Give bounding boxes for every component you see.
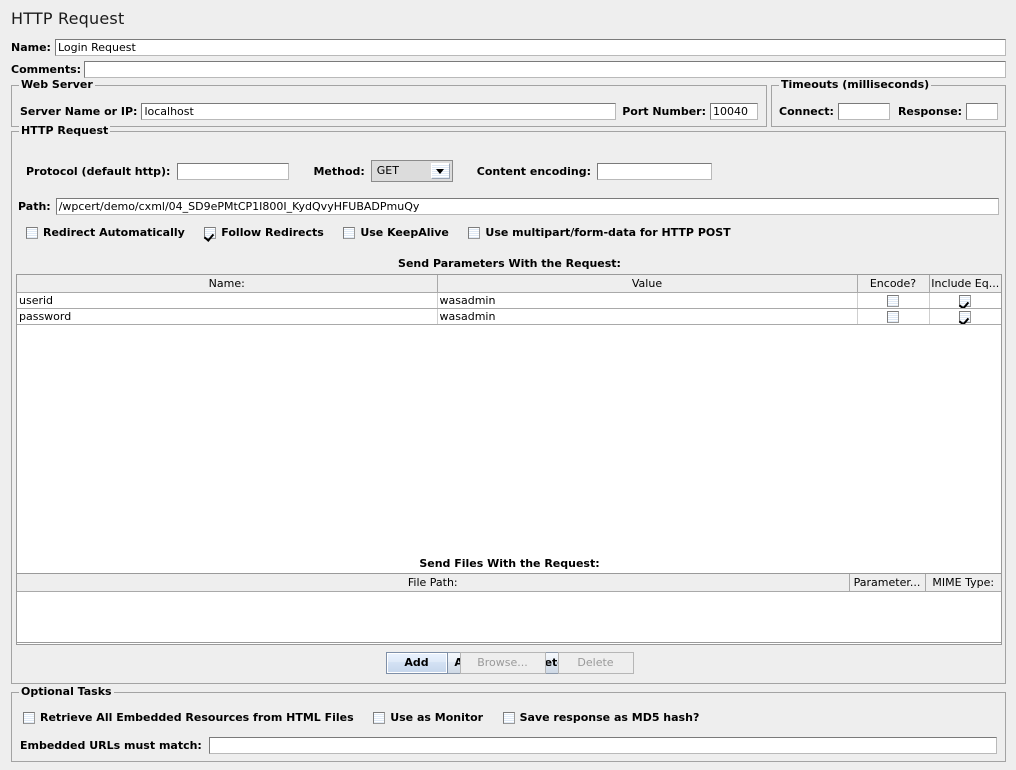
web-server-legend: Web Server: [19, 78, 95, 91]
checkbox-use-keepalive[interactable]: Use KeepAlive: [343, 226, 449, 239]
checkbox-label-use-multipart: Use multipart/form-data for HTTP POST: [485, 226, 731, 239]
checkbox-label-use-keepalive: Use KeepAlive: [360, 226, 449, 239]
checkbox-label-save-response-md5: Save response as MD5 hash?: [519, 711, 700, 724]
files-col-file-path[interactable]: File Path:: [17, 574, 850, 592]
connect-input[interactable]: [837, 103, 890, 120]
checkbox-label-redirect-automatically: Redirect Automatically: [43, 226, 185, 239]
protocol-label: Protocol (default http):: [26, 164, 171, 178]
table-row[interactable]: password wasadmin: [17, 308, 1001, 325]
http-request-panel: HTTP Request Name: Login Request Comment…: [0, 0, 1016, 770]
port-number-input[interactable]: 10040: [710, 103, 758, 120]
parameter-value-cell[interactable]: wasadmin: [437, 292, 858, 309]
name-input[interactable]: Login Request: [54, 38, 1006, 56]
embedded-urls-row: Embedded URLs must match:: [20, 737, 997, 754]
connect-label: Connect:: [779, 105, 834, 118]
checkbox-box-save-response-md5[interactable]: [502, 711, 515, 724]
checkbox-box-include-equals-row-1[interactable]: [959, 311, 972, 323]
checkbox-box-include-equals-row-0[interactable]: [959, 295, 972, 307]
name-label: Name:: [11, 40, 51, 54]
files-browse-button[interactable]: Browse...: [459, 652, 546, 674]
path-label: Path:: [18, 200, 51, 213]
path-row: Path: /wpcert/demo/cxml/04_SD9ePMtCP1I80…: [18, 198, 999, 215]
parameters-col-encode[interactable]: Encode?: [857, 275, 930, 293]
files-table-grid: File Path: Parameter... MIME Type:: [17, 574, 1001, 592]
checkbox-label-follow-redirects: Follow Redirects: [221, 226, 324, 239]
checkbox-label-use-as-monitor: Use as Monitor: [390, 711, 484, 724]
content-encoding-input[interactable]: [597, 162, 712, 180]
parameter-encode-cell[interactable]: [857, 292, 930, 309]
content-encoding-label: Content encoding:: [476, 164, 591, 178]
parameter-encode-cell[interactable]: [857, 308, 930, 325]
chevron-down-icon[interactable]: [430, 163, 450, 179]
files-col-mime-type[interactable]: MIME Type:: [925, 574, 1001, 592]
comments-input[interactable]: [84, 60, 1006, 78]
checkbox-redirect-automatically[interactable]: Redirect Automatically: [26, 226, 185, 239]
web-server-panel: Web Server Server Name or IP: localhost …: [11, 79, 767, 127]
files-table[interactable]: File Path: Parameter... MIME Type:: [16, 573, 1002, 643]
parameter-include-equals-cell[interactable]: [929, 292, 1001, 309]
files-caption: Send Files With the Request:: [419, 557, 600, 570]
server-name-input[interactable]: localhost: [141, 103, 617, 120]
files-col-parameter[interactable]: Parameter...: [849, 574, 926, 592]
parameter-value-cell[interactable]: wasadmin: [437, 308, 858, 325]
protocol-input[interactable]: [177, 162, 290, 180]
checkbox-label-retrieve-embedded-resources: Retrieve All Embedded Resources from HTM…: [40, 711, 354, 724]
parameters-table-grid: Name: Value Encode? Include Eq... userid…: [17, 275, 1001, 325]
files-buttons: Add Browse... Delete: [12, 652, 1007, 674]
checkbox-box-use-keepalive[interactable]: [343, 226, 356, 239]
comments-row: Comments:: [11, 60, 1006, 78]
checkbox-use-as-monitor[interactable]: Use as Monitor: [373, 711, 483, 724]
files-header-row: File Path: Parameter... MIME Type:: [17, 574, 1001, 592]
optional-tasks-options: Retrieve All Embedded Resources from HTM…: [23, 711, 997, 727]
comments-label: Comments:: [11, 62, 82, 76]
name-row: Name: Login Request: [11, 38, 1006, 56]
table-row[interactable]: userid wasadmin: [17, 292, 1001, 309]
http-request-legend: HTTP Request: [19, 124, 111, 137]
timeouts-legend: Timeouts (milliseconds): [779, 78, 932, 91]
method-value: GET: [373, 163, 431, 179]
timeouts-panel: Timeouts (milliseconds) Connect: Respons…: [771, 79, 1006, 127]
port-number-label: Port Number:: [622, 105, 706, 118]
optional-tasks-panel: Optional Tasks Retrieve All Embedded Res…: [11, 686, 1006, 762]
optional-tasks-legend: Optional Tasks: [19, 685, 114, 698]
timeouts-row: Connect: Response:: [779, 103, 998, 120]
checkbox-box-redirect-automatically[interactable]: [26, 226, 38, 239]
embedded-urls-label: Embedded URLs must match:: [20, 739, 202, 752]
response-input[interactable]: [966, 103, 998, 120]
page-title: HTTP Request: [11, 9, 125, 28]
checkbox-box-use-multipart[interactable]: [468, 226, 481, 239]
parameters-caption: Send Parameters With the Request:: [398, 257, 621, 270]
checkbox-box-encode-row-0[interactable]: [887, 295, 899, 307]
checkbox-box-follow-redirects[interactable]: [204, 226, 217, 239]
checkbox-use-multipart[interactable]: Use multipart/form-data for HTTP POST: [468, 226, 731, 239]
response-label: Response:: [897, 105, 963, 118]
parameters-col-value[interactable]: Value: [437, 275, 858, 293]
checkbox-save-response-md5[interactable]: Save response as MD5 hash?: [502, 711, 700, 724]
parameter-include-equals-cell[interactable]: [929, 308, 1001, 325]
parameters-col-name[interactable]: Name:: [17, 275, 438, 293]
path-input[interactable]: /wpcert/demo/cxml/04_SD9ePMtCP1I800I_Kyd…: [55, 198, 999, 215]
parameters-col-include-equals[interactable]: Include Eq...: [929, 275, 1001, 293]
web-server-row: Server Name or IP: localhost Port Number…: [20, 103, 758, 120]
server-name-label: Server Name or IP:: [20, 105, 138, 118]
files-delete-button[interactable]: Delete: [557, 652, 634, 674]
parameter-name-cell[interactable]: userid: [17, 292, 438, 309]
method-label: Method:: [313, 164, 365, 178]
method-combobox[interactable]: GET: [370, 160, 453, 182]
checkbox-box-encode-row-1[interactable]: [887, 311, 899, 323]
http-request-section: HTTP Request Protocol (default http): Me…: [11, 125, 1007, 684]
parameter-name-cell[interactable]: password: [17, 308, 438, 325]
embedded-urls-input[interactable]: [208, 737, 997, 754]
http-options-row: Redirect Automatically Follow Redirects …: [26, 226, 999, 242]
files-add-button[interactable]: Add: [385, 652, 448, 674]
protocol-method-row: Protocol (default http): Method: GET Con…: [26, 160, 712, 182]
checkbox-follow-redirects[interactable]: Follow Redirects: [204, 226, 324, 239]
checkbox-retrieve-embedded-resources[interactable]: Retrieve All Embedded Resources from HTM…: [23, 711, 354, 724]
checkbox-box-use-as-monitor[interactable]: [373, 711, 386, 724]
parameters-header-row: Name: Value Encode? Include Eq...: [17, 275, 1001, 293]
checkbox-box-retrieve-embedded-resources[interactable]: [23, 711, 35, 724]
